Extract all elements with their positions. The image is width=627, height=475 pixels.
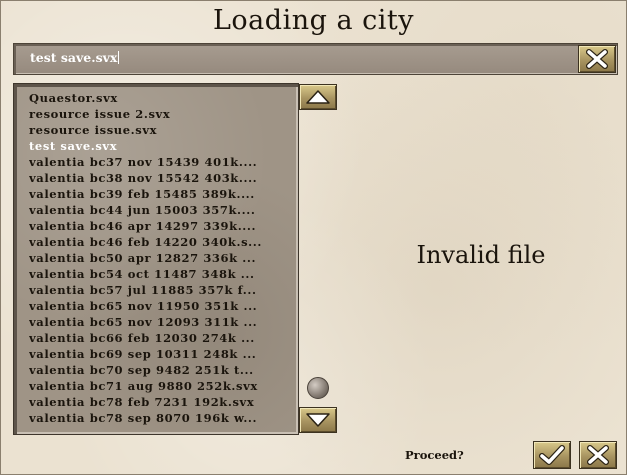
clear-filename-button[interactable] — [578, 45, 616, 73]
filename-value: test save.svx — [30, 50, 120, 65]
x-icon — [586, 49, 608, 69]
file-list-item[interactable]: valentia bc65 nov 12093 311k ... — [29, 315, 294, 330]
x-icon — [587, 445, 609, 465]
save-file-list[interactable]: Quaestor.svx resource issue 2.svx resource… — [13, 83, 299, 435]
scroll-down-button[interactable] — [299, 407, 337, 433]
file-list-item[interactable]: valentia bc44 jun 15003 357k.... — [29, 203, 294, 218]
dialog-title: Loading a city — [213, 5, 414, 36]
file-list-item[interactable]: valentia bc50 apr 12827 336k ... — [29, 251, 294, 266]
scrollbar-thumb[interactable] — [307, 377, 329, 399]
file-list-item[interactable]: valentia bc78 sep 8070 196k w... — [29, 411, 294, 426]
file-list-item[interactable]: valentia bc38 nov 15542 403k.... — [29, 171, 294, 186]
file-list-item[interactable]: valentia bc78 feb 7231 192k.svx — [29, 395, 294, 410]
file-list-item[interactable]: Quaestor.svx — [29, 91, 294, 106]
file-list-item[interactable]: test save.svx — [29, 139, 294, 154]
cancel-button[interactable] — [579, 441, 617, 469]
scroll-up-button[interactable] — [299, 84, 337, 110]
file-list-item[interactable]: valentia bc57 jul 11885 357k f... — [29, 283, 294, 298]
file-list-item[interactable]: resource issue.svx — [29, 123, 294, 138]
confirm-button[interactable] — [533, 441, 571, 469]
file-list-item[interactable]: valentia bc71 aug 9880 252k.svx — [29, 379, 294, 394]
file-list-item[interactable]: valentia bc66 feb 12030 274k ... — [29, 331, 294, 346]
file-list-item[interactable]: valentia bc46 apr 14297 339k.... — [29, 219, 294, 234]
file-list-item[interactable]: valentia bc69 sep 10311 248k ... — [29, 347, 294, 362]
load-city-dialog: Loading a city test save.svx Quaestor.sv… — [0, 0, 627, 475]
file-list-item[interactable]: valentia bc46 feb 14220 340k.s... — [29, 235, 294, 250]
triangle-up-icon — [306, 90, 330, 104]
text-caret — [118, 51, 120, 64]
file-list-item[interactable]: resource issue 2.svx — [29, 107, 294, 122]
filename-input[interactable]: test save.svx — [13, 43, 618, 75]
status-message: Invalid file — [416, 241, 546, 269]
file-list-item[interactable]: valentia bc39 feb 15485 389k.... — [29, 187, 294, 202]
file-list-item[interactable]: valentia bc54 oct 11487 348k ... — [29, 267, 294, 282]
file-list-item[interactable]: valentia bc65 nov 11950 351k ... — [29, 299, 294, 314]
triangle-down-icon — [306, 413, 330, 427]
checkmark-icon — [539, 445, 565, 465]
proceed-label: Proceed? — [405, 448, 464, 462]
file-list-item[interactable]: valentia bc70 sep 9482 251k t... — [29, 363, 294, 378]
file-list-item[interactable]: valentia bc37 nov 15439 401k.... — [29, 155, 294, 170]
